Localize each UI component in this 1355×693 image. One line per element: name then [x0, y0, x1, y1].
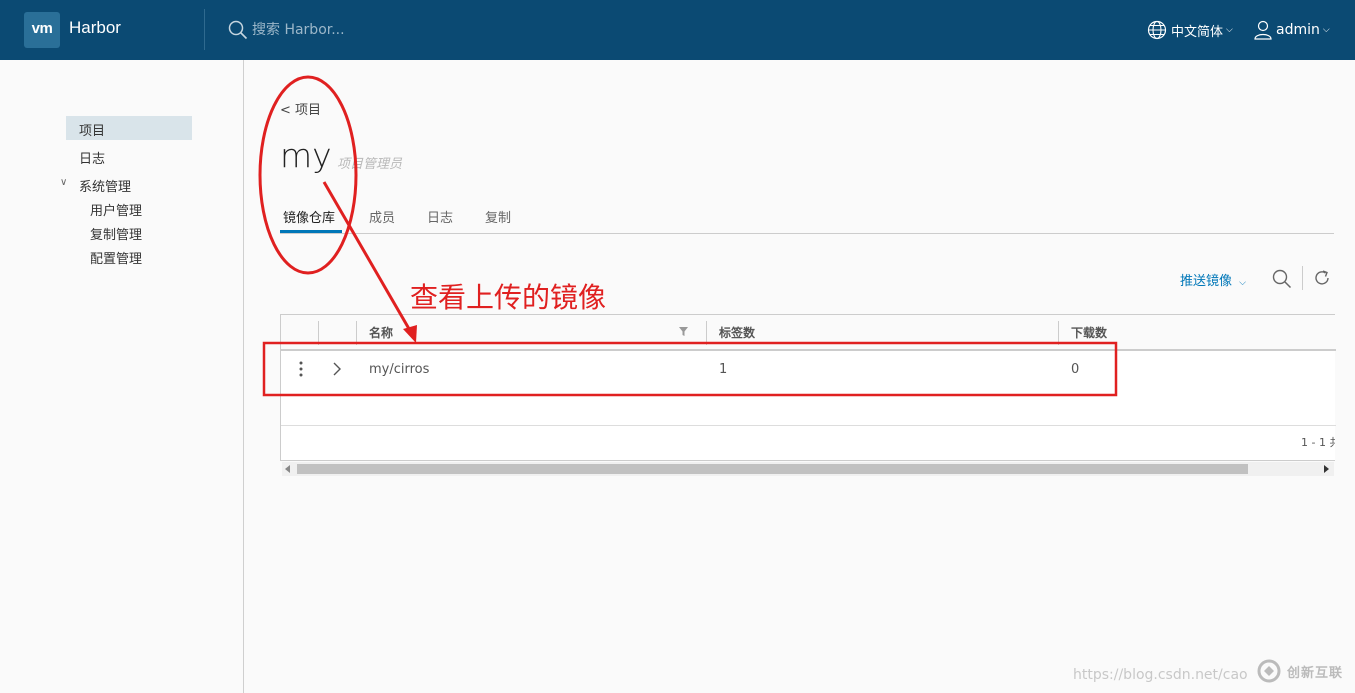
- horizontal-scrollbar[interactable]: [282, 462, 1334, 476]
- tab-replication[interactable]: 复制: [485, 207, 511, 226]
- back-to-projects-link[interactable]: < 项目: [280, 99, 321, 118]
- sidebar-item-administration[interactable]: 系统管理: [79, 176, 131, 195]
- scroll-left-icon[interactable]: [285, 465, 290, 473]
- top-header: vm Harbor 中文简体 ⌵ admin ⌵: [0, 0, 1355, 60]
- grid-footer-divider: [281, 425, 1336, 426]
- sidebar-item-projects[interactable]: 项目: [79, 120, 105, 139]
- push-image-button[interactable]: 推送镜像 ⌵: [1180, 270, 1246, 289]
- username: admin: [1276, 22, 1320, 38]
- chevron-down-icon: ⌵: [1239, 278, 1246, 288]
- language-label: 中文简体: [1171, 24, 1224, 40]
- chevron-down-icon[interactable]: ∨: [60, 177, 67, 188]
- grid-header: 名称 标签数 下载数: [281, 315, 1336, 351]
- app-title[interactable]: Harbor: [69, 18, 121, 38]
- language-selector[interactable]: 中文简体 ⌵: [1147, 18, 1233, 42]
- toolbar-divider: [1302, 266, 1303, 290]
- globe-icon: [1147, 20, 1167, 40]
- header-divider: [204, 9, 205, 50]
- column-separator: [706, 321, 707, 345]
- user-menu[interactable]: admin ⌵: [1254, 18, 1330, 42]
- sidebar: 项目 日志 ∨ 系统管理 用户管理 复制管理 配置管理: [0, 60, 244, 693]
- tab-logs[interactable]: 日志: [427, 207, 453, 226]
- user-icon: [1254, 20, 1272, 40]
- tabs-divider: [280, 233, 1334, 234]
- sidebar-item-logs[interactable]: 日志: [79, 148, 105, 167]
- watermark-url: https://blog.csdn.net/cao: [1073, 667, 1248, 683]
- repository-name-link[interactable]: my/cirros: [369, 362, 429, 377]
- scrollbar-thumb[interactable]: [297, 464, 1248, 474]
- refresh-icon[interactable]: [1313, 269, 1331, 287]
- project-role: 项目管理员: [337, 157, 403, 172]
- column-separator: [1058, 321, 1059, 345]
- filter-icon[interactable]: [679, 327, 688, 336]
- search-icon: [228, 20, 248, 40]
- column-header-name[interactable]: 名称: [369, 324, 393, 341]
- repository-datagrid: 名称 标签数 下载数 my/cirros 1 0 1 - 1 共: [280, 314, 1336, 461]
- sidebar-item-users[interactable]: 用户管理: [90, 200, 142, 219]
- vmware-logo[interactable]: vm: [24, 12, 60, 48]
- column-header-tags[interactable]: 标签数: [719, 324, 755, 341]
- watermark-brand: 创新互联: [1287, 666, 1344, 681]
- scroll-right-icon[interactable]: [1324, 465, 1329, 473]
- search-icon[interactable]: [1272, 269, 1292, 289]
- pull-count: 0: [1071, 362, 1080, 377]
- tab-repositories[interactable]: 镜像仓库: [283, 207, 335, 226]
- active-tab-indicator: [280, 230, 342, 233]
- chevron-right-icon[interactable]: [331, 361, 343, 377]
- search-input[interactable]: [252, 19, 552, 41]
- pagination-summary: 1 - 1 共: [1301, 436, 1335, 449]
- push-image-label: 推送镜像: [1180, 274, 1233, 289]
- annotation-arrow: [322, 181, 414, 335]
- annotation-text: 查看上传的镜像: [410, 281, 607, 314]
- table-row[interactable]: my/cirros 1 0: [281, 352, 1336, 388]
- column-header-pulls[interactable]: 下载数: [1071, 324, 1107, 341]
- sidebar-item-configuration[interactable]: 配置管理: [90, 248, 142, 267]
- column-separator: [318, 321, 319, 345]
- tag-count: 1: [719, 362, 728, 377]
- more-vertical-icon[interactable]: [295, 360, 307, 378]
- sidebar-item-replication[interactable]: 复制管理: [90, 224, 142, 243]
- chevron-down-icon: ⌵: [1322, 25, 1330, 35]
- chevron-down-icon: ⌵: [1226, 25, 1233, 35]
- tab-members[interactable]: 成员: [369, 207, 395, 226]
- column-separator: [356, 321, 357, 345]
- project-title: my: [280, 136, 332, 175]
